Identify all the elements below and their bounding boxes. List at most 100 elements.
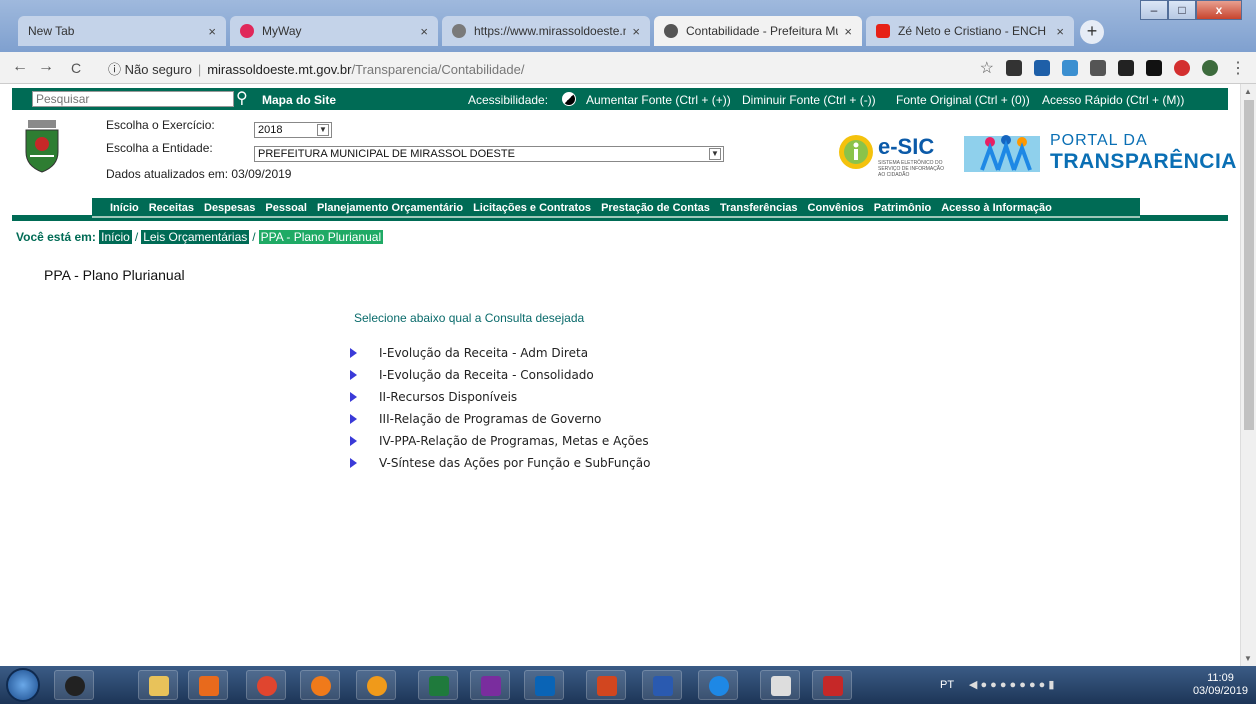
main-menu: Início Receitas Despesas Pessoal Planeja… (92, 198, 1140, 218)
coat-of-arms-icon[interactable] (22, 116, 62, 180)
tab-close-icon[interactable]: × (208, 24, 216, 39)
taskbar-media-icon[interactable] (54, 670, 94, 700)
list-item[interactable]: II-Recursos Disponíveis (350, 386, 650, 408)
tab-myway[interactable]: MyWay × (230, 16, 438, 46)
taskbar-media-player-icon[interactable] (188, 670, 228, 700)
esic-logo[interactable]: e-SIC SISTEMA ELETRÔNICO DO SERVIÇO DE I… (838, 134, 948, 178)
security-indicator[interactable]: ⓘ Não seguro (108, 62, 192, 77)
list-item[interactable]: I-Evolução da Receita - Adm Direta (350, 342, 650, 364)
sitemap-link[interactable]: Mapa do Site (262, 93, 336, 107)
taskbar-app-icon[interactable] (812, 670, 852, 700)
menu-item-transferencias[interactable]: Transferências (720, 198, 798, 218)
taskbar-onenote-icon[interactable] (470, 670, 510, 700)
exercise-select[interactable]: 2018 ▼ (254, 122, 332, 138)
consulta-list: I-Evolução da Receita - Adm Direta I-Evo… (350, 342, 650, 474)
consulta-link[interactable]: V-Síntese das Ações por Função e SubFunç… (379, 456, 650, 470)
extension-icon[interactable] (1118, 60, 1134, 76)
taskbar-powerpoint-icon[interactable] (586, 670, 626, 700)
close-window-button[interactable]: x (1196, 0, 1242, 20)
tab-new-tab[interactable]: New Tab × (18, 16, 226, 46)
tab-label: https://www.mirassoldoeste.mt (474, 24, 627, 38)
tab-close-icon[interactable]: × (844, 24, 852, 39)
tray-icons[interactable]: ◀ ● ● ● ● ● ● ● ▮ (969, 679, 1054, 691)
menu-item-prestacao[interactable]: Prestação de Contas (601, 198, 710, 218)
reload-button[interactable]: C (66, 60, 86, 76)
entity-select[interactable]: PREFEITURA MUNICIPAL DE MIRASSOL DOESTE … (254, 146, 724, 162)
consulta-link[interactable]: II-Recursos Disponíveis (379, 390, 517, 404)
decrease-font-link[interactable]: Diminuir Fonte (Ctrl + (-)) (742, 93, 876, 107)
tab-close-icon[interactable]: × (1056, 24, 1064, 39)
taskbar-notepad-icon[interactable] (760, 670, 800, 700)
taskbar-outlook-icon[interactable] (524, 670, 564, 700)
search-icon[interactable]: ⚲ (236, 88, 248, 108)
arrow-right-icon (350, 414, 357, 424)
forward-button[interactable]: → (36, 58, 56, 76)
consulta-link[interactable]: I-Evolução da Receita - Adm Direta (379, 346, 588, 360)
extension-icon[interactable] (1146, 60, 1162, 76)
tab-close-icon[interactable]: × (420, 24, 428, 39)
breadcrumb-current[interactable]: PPA - Plano Plurianual (258, 230, 384, 244)
scroll-down-icon[interactable]: ▼ (1244, 654, 1252, 663)
start-button[interactable] (6, 668, 40, 702)
taskbar-firefox-alt-icon[interactable] (356, 670, 396, 700)
menu-item-pessoal[interactable]: Pessoal (265, 198, 307, 218)
original-font-link[interactable]: Fonte Original (Ctrl + (0)) (896, 93, 1030, 107)
menu-item-patrimonio[interactable]: Patrimônio (874, 198, 931, 218)
breadcrumb-leis[interactable]: Leis Orçamentárias (141, 230, 250, 244)
taskbar-word-icon[interactable] (642, 670, 682, 700)
taskbar-excel-icon[interactable] (418, 670, 458, 700)
back-button[interactable]: ← (10, 58, 30, 76)
taskbar-file-explorer-icon[interactable] (138, 670, 178, 700)
profile-icon[interactable] (1202, 60, 1218, 76)
clock[interactable]: 11:09 03/09/2019 (1193, 672, 1248, 698)
bookmark-star-icon[interactable]: ☆ (980, 58, 994, 78)
increase-font-link[interactable]: Aumentar Fonte (Ctrl + (+)) (586, 93, 731, 107)
tab-close-icon[interactable]: × (632, 24, 640, 39)
consulta-link[interactable]: IV-PPA-Relação de Programas, Metas e Açõ… (379, 434, 649, 448)
page-scrollbar[interactable]: ▲ ▼ (1240, 84, 1256, 666)
search-input[interactable] (32, 91, 234, 107)
menu-item-receitas[interactable]: Receitas (149, 198, 194, 218)
menu-item-inicio[interactable]: Início (110, 198, 139, 218)
list-item[interactable]: III-Relação de Programas de Governo (350, 408, 650, 430)
breadcrumb-inicio[interactable]: Início (99, 230, 132, 244)
contrast-icon[interactable] (562, 92, 576, 106)
esic-subtitle: SISTEMA ELETRÔNICO DO SERVIÇO DE INFORMA… (878, 160, 945, 178)
quick-access-link[interactable]: Acesso Rápido (Ctrl + (M)) (1042, 93, 1184, 107)
extension-icon[interactable] (1062, 60, 1078, 76)
extension-icon[interactable] (1090, 60, 1106, 76)
consulta-link[interactable]: III-Relação de Programas de Governo (379, 412, 601, 426)
scroll-up-icon[interactable]: ▲ (1244, 87, 1252, 96)
url-path: /Transparencia/Contabilidade/ (351, 62, 525, 77)
language-indicator[interactable]: PT (940, 679, 954, 691)
tab-youtube[interactable]: Zé Neto e Cristiano - ENCH × (866, 16, 1074, 46)
site-favicon-icon (452, 24, 466, 38)
maximize-button[interactable]: □ (1168, 0, 1196, 20)
tab-contabilidade[interactable]: Contabilidade - Prefeitura Muni × (654, 16, 862, 46)
extension-icon[interactable] (1006, 60, 1022, 76)
extension-icon[interactable] (1034, 60, 1050, 76)
list-item[interactable]: IV-PPA-Relação de Programas, Metas e Açõ… (350, 430, 650, 452)
list-item[interactable]: V-Síntese das Ações por Função e SubFunç… (350, 452, 650, 474)
portal-title-line1: PORTAL DA (1050, 132, 1148, 149)
minimize-button[interactable]: – (1140, 0, 1168, 20)
taskbar-firefox-icon[interactable] (300, 670, 340, 700)
portal-transparencia-logo[interactable]: PORTAL DA TRANSPARÊNCIA (962, 130, 1236, 180)
taskbar-internet-explorer-icon[interactable] (698, 670, 738, 700)
tab-label: New Tab (28, 24, 75, 38)
url-field[interactable]: ⓘ Não seguro | mirassoldoeste.mt.gov.br/Tr… (108, 59, 524, 78)
clock-time: 11:09 (1207, 672, 1234, 684)
menu-item-convenios[interactable]: Convênios (808, 198, 864, 218)
list-item[interactable]: I-Evolução da Receita - Consolidado (350, 364, 650, 386)
menu-item-licitacoes[interactable]: Licitações e Contratos (473, 198, 591, 218)
tab-mirassol[interactable]: https://www.mirassoldoeste.mt × (442, 16, 650, 46)
extension-icon[interactable] (1174, 60, 1190, 76)
taskbar-chrome-icon[interactable] (246, 670, 286, 700)
consulta-link[interactable]: I-Evolução da Receita - Consolidado (379, 368, 594, 382)
menu-item-despesas[interactable]: Despesas (204, 198, 255, 218)
menu-dots-icon[interactable]: ⋮ (1230, 58, 1246, 78)
menu-item-planejamento[interactable]: Planejamento Orçamentário (317, 198, 463, 218)
new-tab-button[interactable]: + (1080, 20, 1104, 44)
menu-item-acesso-informacao[interactable]: Acesso à Informação (941, 198, 1052, 218)
scroll-thumb[interactable] (1244, 100, 1254, 430)
